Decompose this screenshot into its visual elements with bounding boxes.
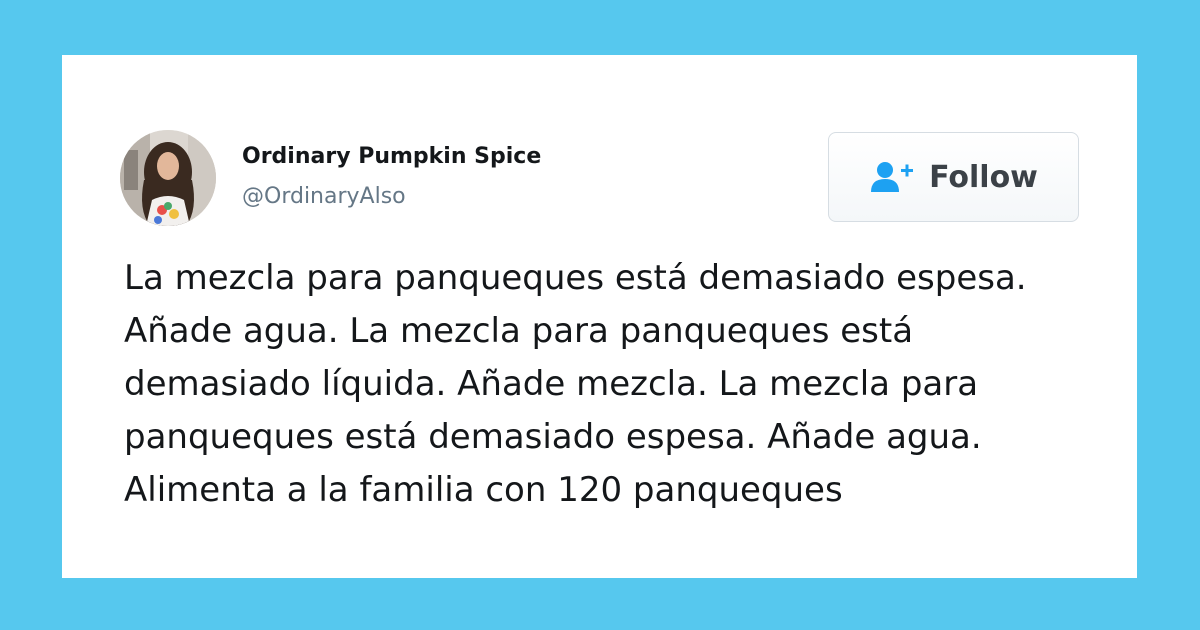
avatar[interactable] (120, 130, 216, 226)
tweet-line: La mezcla para panqueques está demasiado… (124, 258, 1027, 298)
author-handle[interactable]: @OrdinaryAlso (242, 184, 406, 209)
follow-button[interactable]: Follow (828, 132, 1079, 222)
tweet-line: Añade agua. La mezcla para panqueques es… (124, 311, 914, 351)
tweet-line: demasiado líquida. Añade mezcla. La mezc… (124, 364, 979, 404)
tweet-line: Alimenta a la familia con 120 panqueques (124, 470, 843, 510)
follow-label: Follow (929, 159, 1038, 195)
tweet-line: panqueques está demasiado espesa. Añade … (124, 417, 982, 457)
author-display-name[interactable]: Ordinary Pumpkin Spice (242, 144, 541, 169)
add-user-icon (869, 160, 915, 194)
tweet-text: La mezcla para panqueques está demasiado… (124, 252, 1104, 517)
tweet-card: Ordinary Pumpkin Spice @OrdinaryAlso Fol… (62, 55, 1137, 578)
profile-photo-icon (120, 130, 216, 226)
